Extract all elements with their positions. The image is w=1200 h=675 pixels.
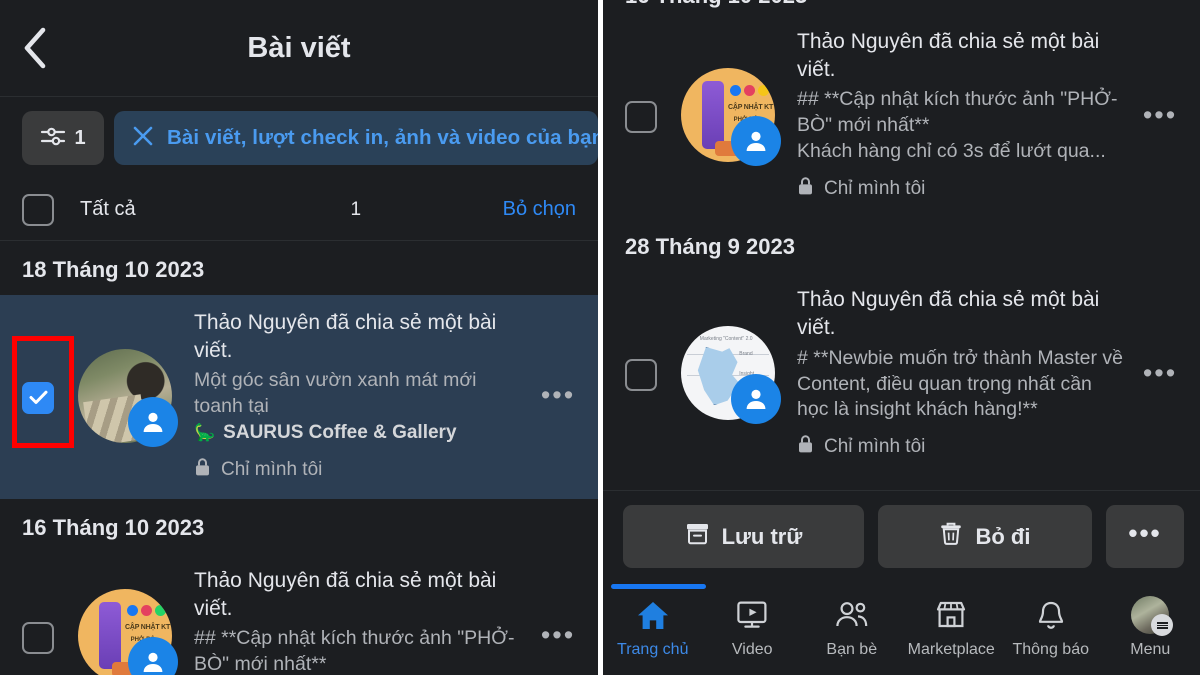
post-checkbox[interactable] [22,621,54,654]
delete-label: Bỏ đi [975,523,1031,549]
marketplace-icon [935,596,967,634]
post-checkbox[interactable] [22,381,54,414]
nav-label-menu: Menu [1130,641,1171,659]
page-title: Bài viết [247,31,351,64]
filter-row: 1 Bài viết, lượt check in, ảnh và video … [0,97,598,179]
nav-label-home: Trang chủ [617,641,689,659]
active-filter-pill[interactable]: Bài viết, lượt check in, ảnh và video củ… [114,111,598,165]
post-row[interactable]: CẬP NHẬT KT PHỞ-BÒ Thảo Nguyên đã chia s… [0,552,598,675]
lock-icon [194,457,211,483]
tune-sliders-icon [40,124,66,153]
archive-label: Lưu trữ [721,523,803,549]
friends-icon [834,596,870,634]
right-phone-panel: 16 Tháng 10 2023 CẬP NHẬT KT PHỞ-BÒ [603,0,1200,675]
bell-icon [1036,596,1066,634]
screenshot-stage: Bài viết 1 Bài viết, lượt check in, ảnh … [0,0,1200,675]
filter-count: 1 [74,126,86,149]
post-place: 🦕 SAURUS Coffee & Gallery [194,420,524,446]
post-thumbnail[interactable]: CẬP NHẬT KT PHỞ-BÒ [681,68,781,167]
close-x-icon[interactable] [132,125,154,152]
menu-avatar-icon [1131,596,1174,637]
post-privacy-label: Chỉ mình tôi [824,178,926,200]
post-privacy: Chỉ mình tôi [797,434,1126,460]
post-more-button[interactable]: ••• [534,382,582,409]
date-header: 16 Tháng 10 2023 [0,498,598,553]
nav-item-friends[interactable]: Bạn bè [802,596,902,659]
post-snippet: ## **Cập nhật kích thước ảnh "PHỞ-BÒ" mớ… [194,627,515,675]
trash-can-icon [939,521,963,552]
post-privacy: Chỉ mình tôi [797,176,1126,202]
nav-label-marketplace: Marketplace [907,641,995,659]
nav-label-notifications: Thông báo [1012,641,1089,659]
post-checkbox[interactable] [625,101,657,134]
post-more-button[interactable]: ••• [534,622,582,649]
post-thumbnail[interactable]: Marketing "Content" 2.0 Brand Insight [681,326,781,425]
bulk-action-bar: Lưu trữ Bỏ đi ••• [603,490,1200,585]
archive-button[interactable]: Lưu trữ [623,505,864,569]
date-header-clipped: 16 Tháng 10 2023 [603,0,1200,14]
chevron-left-icon [22,27,48,69]
post-snippet: ## **Cập nhật kích thước ảnh "PHỞ-BÒ" mớ… [797,88,1118,137]
person-avatar-icon [731,374,781,425]
post-place-label: SAURUS Coffee & Gallery [223,422,457,444]
active-tab-indicator [611,584,706,590]
back-button[interactable] [0,0,70,97]
ellipsis-icon: ••• [1128,517,1162,548]
app-header: Bài viết [0,0,598,97]
nav-item-video[interactable]: Video [703,596,803,659]
deselect-button[interactable]: Bỏ chọn [503,198,576,221]
filter-settings-chip[interactable]: 1 [22,111,104,165]
nav-item-home[interactable]: Trang chủ [603,596,703,659]
post-row[interactable]: Thảo Nguyên đã chia sẻ một bài viết. Một… [0,295,598,499]
post-title: Thảo Nguyên đã chia sẻ một bài viết. [194,311,497,362]
post-more-button[interactable]: ••• [1136,359,1184,387]
date-header: 18 Tháng 10 2023 [0,241,598,295]
nav-item-notifications[interactable]: Thông báo [1001,596,1101,659]
post-snippet: Một góc sân vườn xanh mát mới toanh tại [194,369,477,418]
bottom-nav: Trang chủ Video Bạn bè Marketplace Thông… [603,590,1200,675]
post-more-button[interactable]: ••• [1136,101,1184,129]
active-filter-label: Bài viết, lượt check in, ảnh và video củ… [167,126,598,149]
nav-item-menu[interactable]: Menu [1101,596,1200,659]
more-actions-button[interactable]: ••• [1106,505,1184,569]
select-all-checkbox[interactable] [22,193,54,226]
person-avatar-icon [128,396,178,447]
home-icon [636,596,670,634]
post-snippet: # **Newbie muốn trở thành Master về Cont… [797,346,1124,421]
nav-label-video: Video [731,641,773,659]
post-title: Thảo Nguyên đã chia sẻ một bài viết. [194,568,497,620]
person-avatar-icon [731,116,781,167]
lock-icon [797,434,814,460]
date-header: 28 Tháng 9 2023 [603,218,1200,273]
video-play-icon [736,596,768,634]
post-privacy-label: Chỉ mình tôi [824,436,926,458]
post-checkbox[interactable] [625,359,657,392]
nav-item-marketplace[interactable]: Marketplace [902,596,1002,659]
select-all-row: Tất cả 1 Bỏ chọn [0,179,598,241]
post-thumbnail[interactable] [78,348,178,447]
lock-icon [797,176,814,202]
list-tail-spacer [603,476,1200,491]
post-privacy-label: Chỉ mình tôi [221,458,323,480]
dinosaur-emoji-icon: 🦕 [194,422,216,442]
post-title: Thảo Nguyên đã chia sẻ một bài viết. [797,30,1100,81]
post-row[interactable]: Marketing "Content" 2.0 Brand Insight Th… [603,272,1200,477]
left-phone-panel: Bài viết 1 Bài viết, lượt check in, ảnh … [0,0,598,675]
post-snippet-2: Khách hàng chỉ có 3s để lướt qua... [797,140,1106,163]
select-all-label: Tất cả [80,198,136,220]
post-title: Thảo Nguyên đã chia sẻ một bài viết. [797,288,1100,339]
delete-button[interactable]: Bỏ đi [877,505,1092,569]
archive-box-icon [685,521,710,552]
nav-label-friends: Bạn bè [826,641,878,659]
post-privacy: Chỉ mình tôi [194,457,524,483]
post-thumbnail[interactable]: CẬP NHẬT KT PHỞ-BÒ [78,588,178,675]
post-row[interactable]: CẬP NHẬT KT PHỞ-BÒ Thảo Nguyên đã chia s… [603,14,1200,219]
